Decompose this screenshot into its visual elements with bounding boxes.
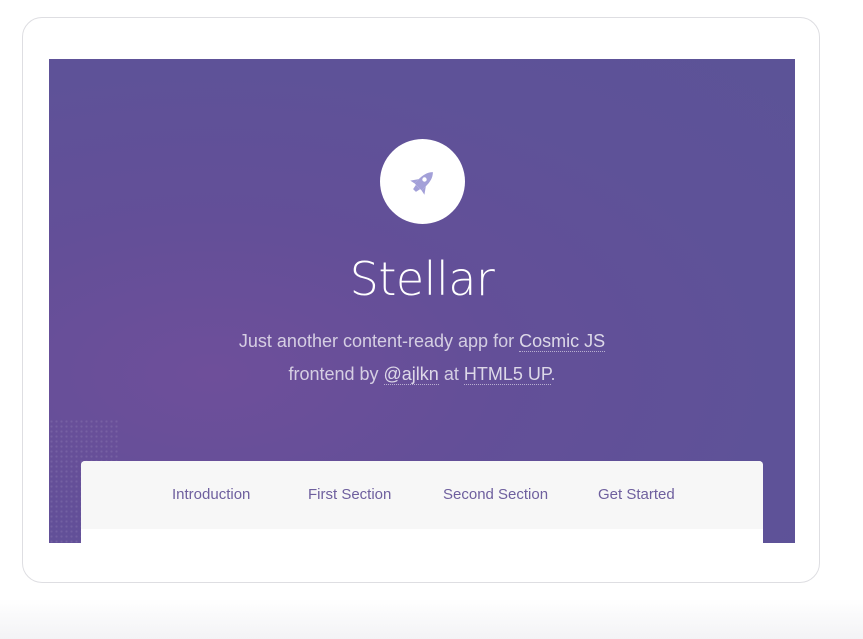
tagline: Just another content-ready app for Cosmi… (49, 325, 795, 391)
tagline-line-1: Just another content-ready app for Cosmi… (49, 325, 795, 358)
site-title: Stellar (349, 252, 495, 306)
nav-item-second-section[interactable]: Second Section (443, 486, 548, 503)
nav-inner: Introduction First Section Second Sectio… (81, 461, 763, 529)
period-text: . (550, 364, 556, 384)
rocket-icon (409, 171, 433, 195)
tagline-text: Just another content-ready app for (238, 331, 520, 351)
frontend-text: frontend by (288, 364, 384, 384)
nav-item-first-section[interactable]: First Section (308, 486, 391, 503)
nav-item-get-started[interactable]: Get Started (598, 486, 675, 503)
at-text: at (438, 364, 464, 384)
site-header: Stellar Just another content-ready app f… (49, 59, 795, 543)
logo (380, 139, 465, 224)
author-link[interactable]: @ajlkn (383, 364, 439, 385)
page-bottom-fade (0, 599, 863, 639)
html5up-link[interactable]: HTML5 UP (463, 364, 551, 385)
nav-item-introduction[interactable]: Introduction (172, 486, 250, 503)
tagline-line-2: frontend by @ajlkn at HTML5 UP. (49, 358, 795, 391)
cosmic-js-link[interactable]: Cosmic JS (519, 331, 606, 352)
nav-bar: Introduction First Section Second Sectio… (81, 461, 763, 543)
